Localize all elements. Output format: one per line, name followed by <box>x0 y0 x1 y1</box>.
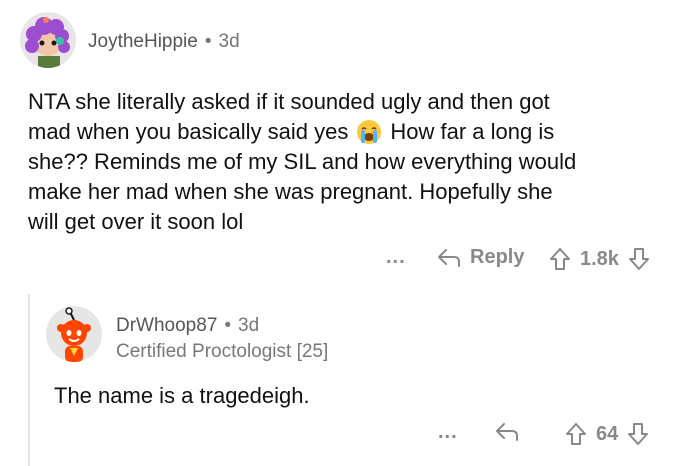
vote-score: 1.8k <box>580 247 619 270</box>
upvote-arrow-icon[interactable] <box>548 246 572 272</box>
vote-controls: 64 <box>564 421 650 447</box>
user-avatar[interactable] <box>46 306 102 362</box>
reply-button[interactable] <box>494 421 520 443</box>
comment-body: The name is a tragedeigh. <box>54 383 310 408</box>
user-flair: Certified Proctologist [25] <box>116 341 329 362</box>
comment-author[interactable]: JoytheHippie <box>88 31 198 53</box>
downvote-arrow-icon[interactable] <box>627 246 651 272</box>
comment-age: 3d <box>218 31 240 52</box>
thread-line[interactable] <box>28 294 30 466</box>
separator-dot: • <box>224 315 232 336</box>
more-options-button[interactable]: ... <box>386 246 406 269</box>
comment-line: NTA she literally asked if it sounded ug… <box>28 89 550 114</box>
comment-line: make her mad when she was pregnant. Hope… <box>28 179 553 204</box>
crying-emoji-icon <box>356 119 382 145</box>
reply-arrow-icon <box>494 421 520 443</box>
comment-line: she?? Reminds me of my SIL and how every… <box>28 149 577 174</box>
vote-score: 64 <box>596 422 619 445</box>
comment-age: 3d <box>238 315 260 336</box>
reply-arrow-icon <box>436 247 462 269</box>
user-avatar[interactable] <box>20 12 76 68</box>
reply-button[interactable]: Reply <box>436 246 524 269</box>
downvote-arrow-icon[interactable] <box>626 421 650 447</box>
separator-dot: • <box>204 31 212 52</box>
upvote-arrow-icon[interactable] <box>564 421 588 447</box>
comment-body: NTA she literally asked if it sounded ug… <box>28 87 688 237</box>
comment-line: will get over it soon lol <box>28 209 244 234</box>
comment-line: mad when you basically said yes How far … <box>28 119 555 145</box>
comment-author[interactable]: DrWhoop87 <box>116 315 217 337</box>
more-options-button[interactable]: ... <box>438 421 458 444</box>
vote-controls: 1.8k <box>548 246 651 272</box>
